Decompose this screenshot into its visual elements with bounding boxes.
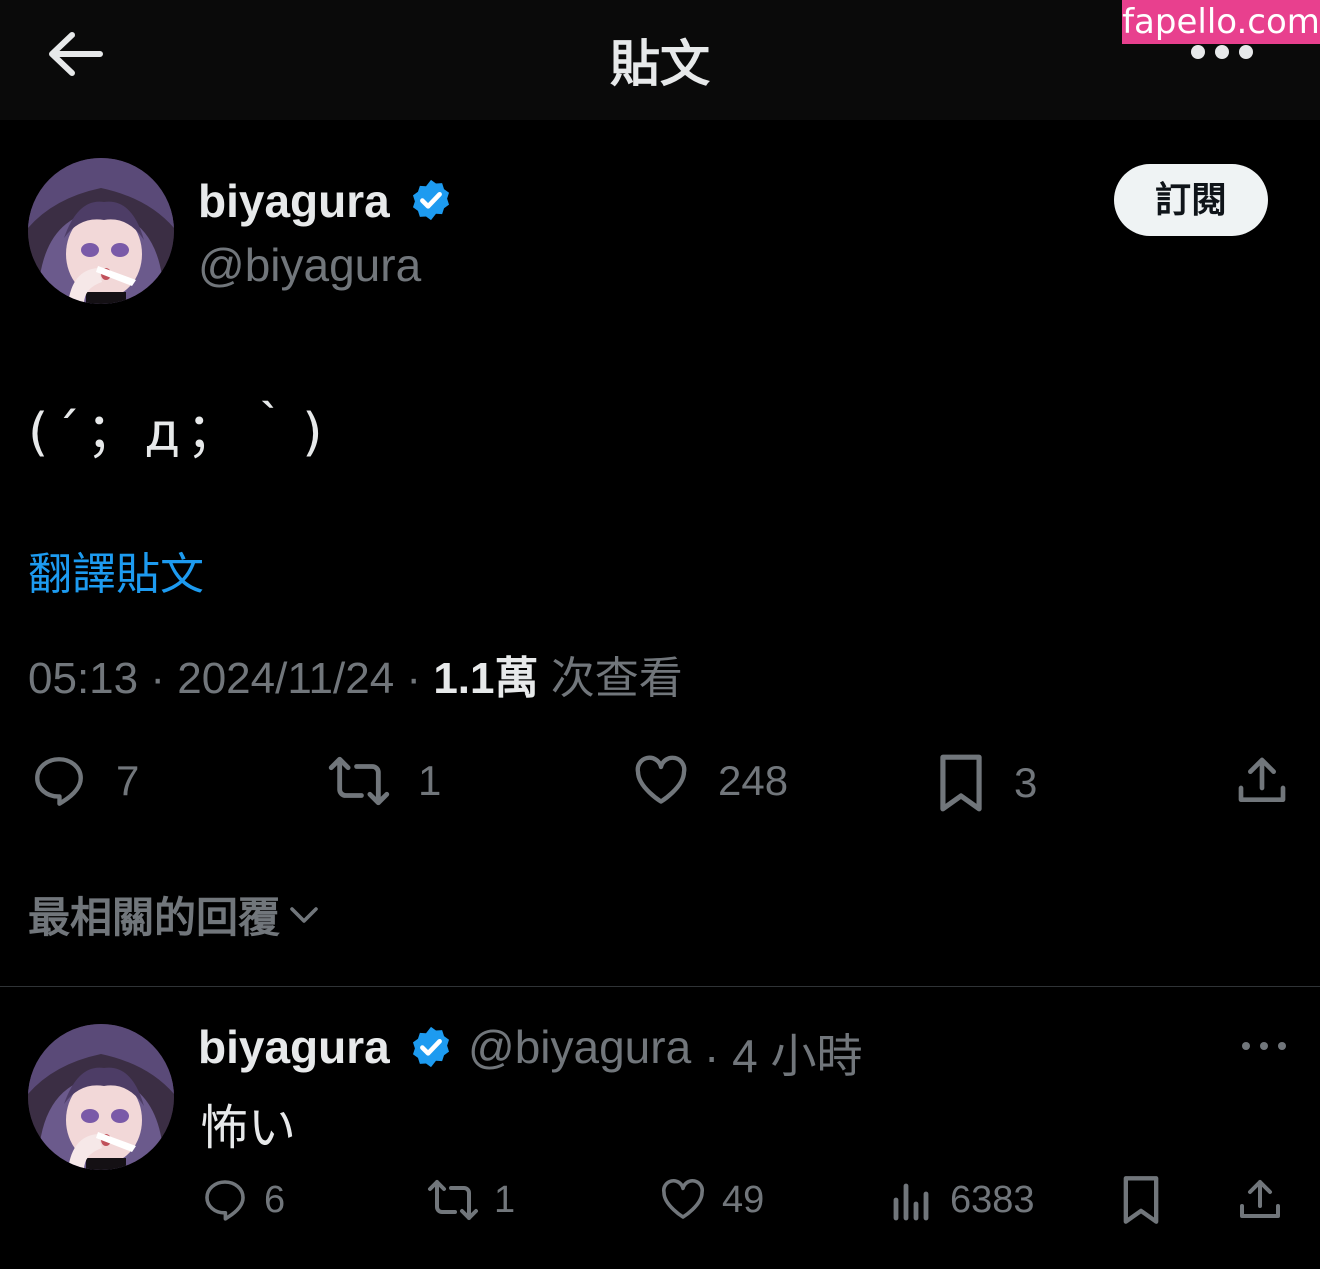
reply-retweet-count: 1 (494, 1178, 516, 1221)
bookmark-count: 3 (1014, 759, 1038, 806)
avatar[interactable] (28, 158, 174, 304)
replies-sort-dropdown[interactable]: 最相關的回覆 (28, 884, 322, 945)
share-icon (1240, 1180, 1280, 1218)
reply-more-options-button[interactable] (1240, 1034, 1288, 1058)
watermark: fapello.com (1122, 0, 1320, 44)
retweet-icon (428, 1180, 478, 1220)
retweet-count: 1 (418, 757, 442, 804)
subscribe-button[interactable]: 訂閱 (1114, 164, 1268, 236)
meta-separator: · (150, 654, 165, 703)
translate-post-link[interactable]: 翻譯貼文 (28, 538, 204, 602)
tweet-date[interactable]: 2024/11/24 (177, 654, 394, 703)
views-label: 次查看 (550, 654, 683, 703)
reply-text: 怖い (200, 1102, 297, 1155)
share-button[interactable] (1234, 752, 1290, 810)
retweet-button[interactable]: 1 (326, 752, 441, 810)
bookmark-button[interactable]: 3 (934, 752, 1037, 814)
reply-retweet-button[interactable]: 1 (426, 1176, 515, 1224)
reply-count: 7 (116, 757, 140, 804)
verified-badge-icon (412, 1026, 450, 1068)
reply-icon (205, 1180, 245, 1221)
reply-views-count: 6383 (950, 1178, 1035, 1221)
reply-author-handle[interactable]: @biyagura (468, 1020, 691, 1074)
reply-share-button[interactable] (1236, 1176, 1284, 1224)
tweet-meta: 05:13 · 2024/11/24 · 1.1萬 次查看 (28, 642, 683, 706)
reply-icon (35, 757, 83, 806)
reply-like-button[interactable]: 49 (658, 1176, 764, 1224)
like-count: 248 (718, 757, 789, 804)
reply-views-button[interactable]: 6383 (888, 1176, 1035, 1224)
tweet-text: (´；д；｀) (28, 403, 329, 463)
reply-bookmark-button[interactable] (1118, 1174, 1164, 1226)
analytics-icon (893, 1183, 929, 1221)
reply-author-name[interactable]: biyagura (198, 1020, 390, 1074)
reply-reply-count: 6 (264, 1178, 286, 1221)
like-button[interactable]: 248 (630, 752, 788, 810)
retweet-icon (328, 756, 390, 806)
reply-button[interactable]: 7 (28, 752, 139, 810)
tweet-time[interactable]: 05:13 (28, 654, 138, 703)
heart-icon (635, 755, 687, 804)
divider (0, 986, 1320, 987)
replies-sort-label: 最相關的回覆 (28, 894, 281, 941)
reply-reply-button[interactable]: 6 (200, 1176, 285, 1224)
bookmark-icon (1123, 1176, 1159, 1224)
author-handle[interactable]: @biyagura (198, 238, 421, 292)
chevron-down-icon (290, 906, 318, 923)
bookmark-icon (940, 754, 982, 812)
reply-like-count: 49 (722, 1178, 765, 1221)
heart-icon (661, 1178, 705, 1219)
verified-badge-icon (412, 179, 450, 221)
meta-separator: · (406, 654, 422, 703)
reply-avatar[interactable] (28, 1024, 174, 1170)
views-count: 1.1萬 (433, 654, 539, 703)
author-name[interactable]: biyagura (198, 174, 390, 228)
share-icon (1238, 757, 1286, 802)
reply-time[interactable]: · 4 小時 (704, 1020, 862, 1086)
